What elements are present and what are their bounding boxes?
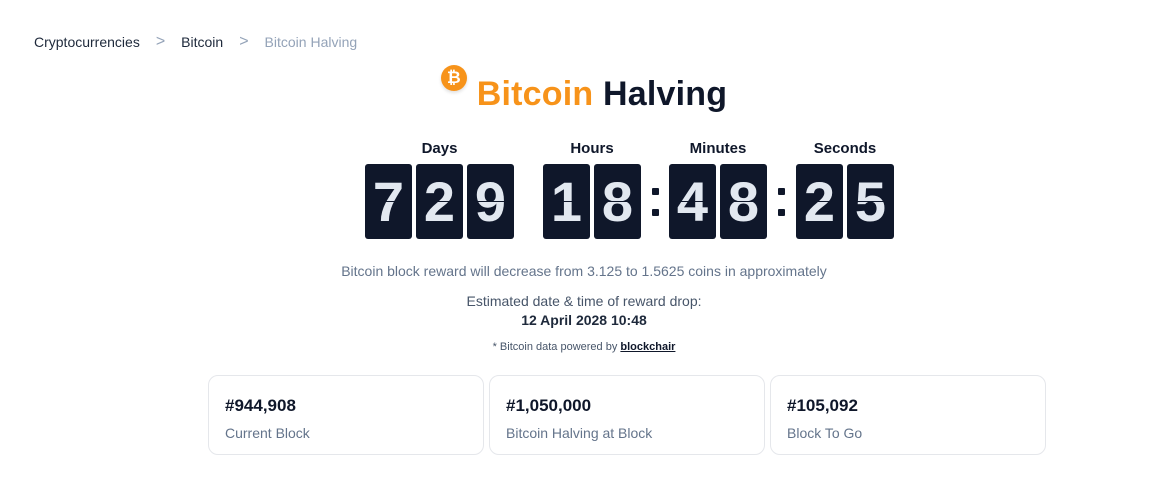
digit-tile: 4 xyxy=(669,164,716,239)
reward-description: Bitcoin block reward will decrease from … xyxy=(341,263,827,279)
minutes-label: Minutes xyxy=(689,140,747,157)
hours-digits: 1 8 xyxy=(543,164,641,239)
estimate-date: 12 April 2028 10:48 xyxy=(521,312,647,328)
halving-block-label: Bitcoin Halving at Block xyxy=(506,425,653,441)
hours-label: Hours xyxy=(570,140,614,157)
countdown-timer: Days 7 2 9 Hours 1 8 Minutes 4 8 Seconds… xyxy=(0,140,1168,240)
chevron-right-icon: > xyxy=(239,33,249,50)
current-block-label: Current Block xyxy=(225,425,310,441)
digit-tile: 2 xyxy=(416,164,463,239)
block-stats: #944,908 Current Block #1,050,000 Bitcoi… xyxy=(208,375,1046,455)
digit-tile: 8 xyxy=(720,164,767,239)
title-bitcoin: Bitcoin xyxy=(476,75,594,113)
digit-tile: 2 xyxy=(796,164,843,239)
digit-tile: 8 xyxy=(594,164,641,239)
breadcrumb-bitcoin-halving: Bitcoin Halving xyxy=(264,34,358,50)
minutes-digits: 4 8 xyxy=(669,164,767,239)
seconds-label: Seconds xyxy=(813,140,877,157)
chevron-right-icon: > xyxy=(155,33,166,50)
page-title: Bitcoin Halving xyxy=(477,75,727,114)
data-source-note: * Bitcoin data powered by blockchair xyxy=(0,341,1168,353)
breadcrumb: Cryptocurrencies > Bitcoin > Bitcoin Hal… xyxy=(34,33,358,51)
stat-card-halving-block: #1,050,000 Bitcoin Halving at Block xyxy=(489,375,765,455)
digit-tile: 1 xyxy=(543,164,590,239)
page-header: ₿ Bitcoin Halving xyxy=(0,62,1168,114)
stat-card-blocks-to-go: #105,092 Block To Go xyxy=(770,375,1046,455)
estimate-label: Estimated date & time of reward drop: xyxy=(466,293,702,309)
current-block-value: #944,908 xyxy=(225,396,296,415)
blockchair-link[interactable]: blockchair xyxy=(620,341,675,353)
digit-tile: 5 xyxy=(847,164,894,239)
colon-separator xyxy=(776,164,786,239)
halving-block-value: #1,050,000 xyxy=(506,396,592,415)
blocks-to-go-label: Block To Go xyxy=(787,425,863,441)
days-label: Days xyxy=(421,140,458,157)
blocks-to-go-value: #105,092 xyxy=(787,396,858,415)
breadcrumb-cryptocurrencies[interactable]: Cryptocurrencies xyxy=(34,34,140,50)
days-digits: 7 2 9 xyxy=(365,164,514,239)
bitcoin-logo-icon: ₿ xyxy=(440,65,467,91)
stat-card-current-block: #944,908 Current Block xyxy=(208,375,484,455)
digit-tile: 7 xyxy=(365,164,412,239)
breadcrumb-bitcoin[interactable]: Bitcoin xyxy=(181,34,223,50)
seconds-digits: 2 5 xyxy=(796,164,894,239)
colon-separator xyxy=(650,164,660,239)
data-source-prefix: * Bitcoin data powered by xyxy=(492,341,618,353)
digit-tile: 9 xyxy=(467,164,514,239)
title-halving: Halving xyxy=(603,75,728,113)
